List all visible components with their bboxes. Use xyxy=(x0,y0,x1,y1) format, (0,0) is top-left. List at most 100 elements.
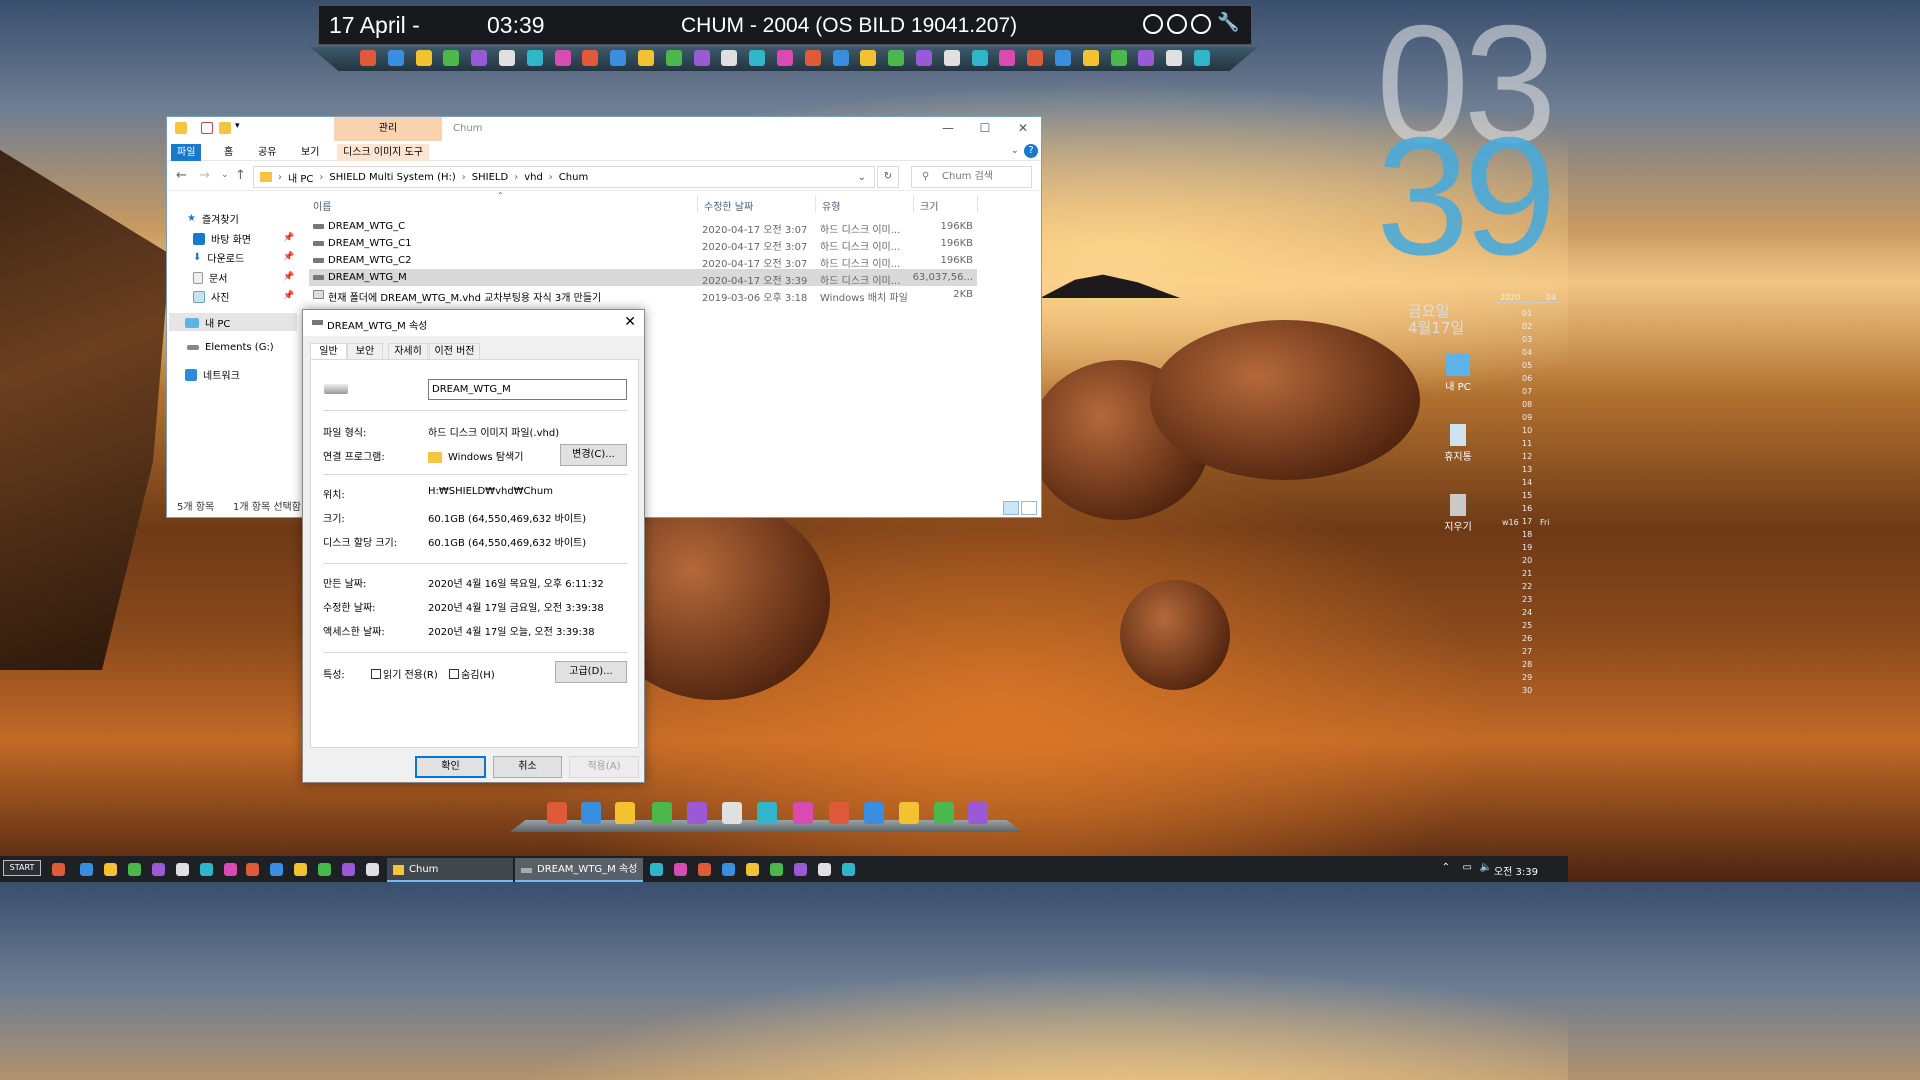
ok-button[interactable]: 확인 xyxy=(415,756,486,778)
file-row[interactable]: DREAM_WTG_C2 2020-04-17 오전 3:07 하드 디스크 이미.… xyxy=(309,252,977,270)
large-icons-view-button[interactable] xyxy=(1021,501,1037,515)
column-divider[interactable] xyxy=(913,195,914,213)
recent-dropdown-icon[interactable]: ⌄ xyxy=(221,170,229,180)
dock-app-icon[interactable] xyxy=(581,802,601,824)
taskbar-app-icon[interactable] xyxy=(270,863,283,876)
quick-launch-app-icon[interactable] xyxy=(999,50,1015,66)
close-button[interactable]: ✕ xyxy=(1016,121,1030,135)
nav-quick-access[interactable]: ★ 즐겨찾기 xyxy=(187,211,239,226)
desktop-icon-this-pc[interactable]: 내 PC xyxy=(1433,354,1483,393)
tab-home[interactable]: 홈 xyxy=(218,144,239,161)
advanced-button[interactable]: 고급(D)... xyxy=(555,661,627,683)
breadcrumb-vhd[interactable]: vhd xyxy=(524,172,543,183)
taskbar-app-icon[interactable] xyxy=(842,863,855,876)
readonly-checkbox[interactable]: 읽기 전용(R) xyxy=(371,666,438,681)
taskbar-app-icon[interactable] xyxy=(318,863,331,876)
quick-access-dropdown-icon[interactable]: ▾ xyxy=(235,121,240,131)
pin-icon[interactable]: 📌 xyxy=(283,272,294,282)
nav-this-pc[interactable]: 내 PC xyxy=(185,315,230,330)
quick-launch-app-icon[interactable] xyxy=(582,50,598,66)
quick-launch-app-icon[interactable] xyxy=(721,50,737,66)
taskbar-app-icon[interactable] xyxy=(246,863,259,876)
pin-icon[interactable]: 📌 xyxy=(283,233,294,243)
quick-launch-app-icon[interactable] xyxy=(638,50,654,66)
tab-previous-versions[interactable]: 이전 버전 xyxy=(429,343,480,360)
taskbar-app-icon[interactable] xyxy=(366,863,379,876)
new-folder-icon[interactable] xyxy=(219,122,231,134)
taskbar-app-icon[interactable] xyxy=(746,863,759,876)
restart-icon[interactable] xyxy=(1167,14,1187,34)
quick-launch-app-icon[interactable] xyxy=(443,50,459,66)
dock-app-icon[interactable] xyxy=(829,802,849,824)
nav-downloads[interactable]: ⬇ 다운로드 xyxy=(193,250,244,265)
taskbar-app-icon[interactable] xyxy=(176,863,189,876)
tab-disk-image-tools[interactable]: 디스크 이미지 도구 xyxy=(337,144,429,161)
address-dropdown-icon[interactable]: ⌄ xyxy=(858,172,866,183)
nav-elements-drive[interactable]: Elements (G:) xyxy=(187,342,274,353)
details-view-button[interactable] xyxy=(1003,501,1019,515)
info-icon[interactable] xyxy=(1143,14,1163,34)
taskbar-app-icon[interactable] xyxy=(722,863,735,876)
pin-icon[interactable]: 📌 xyxy=(283,252,294,262)
quick-launch-app-icon[interactable] xyxy=(777,50,793,66)
dock-app-icon[interactable] xyxy=(899,802,919,824)
file-row[interactable]: 현재 폴더에 DREAM_WTG_M.vhd 교차부팅용 자식 3개 만들기 20… xyxy=(309,286,977,304)
quick-launch-app-icon[interactable] xyxy=(1138,50,1154,66)
tray-expand-icon[interactable]: ⌃ xyxy=(1442,862,1450,873)
tools-icon[interactable]: 🔧 xyxy=(1217,12,1239,33)
dock-app-icon[interactable] xyxy=(793,802,813,824)
taskbar-app-icon[interactable] xyxy=(342,863,355,876)
search-input[interactable]: ⚲ Chum 검색 xyxy=(911,166,1032,188)
address-bar[interactable]: › 내 PC › SHIELD Multi System (H:) › SHIE… xyxy=(253,166,875,188)
context-tab-manage[interactable]: 관리 xyxy=(334,117,442,141)
breadcrumb-chum[interactable]: Chum xyxy=(559,172,588,183)
column-divider[interactable] xyxy=(815,195,816,213)
taskbar-task-explorer[interactable]: Chum xyxy=(387,858,513,882)
desktop-icon-recycle-bin[interactable]: 휴지통 xyxy=(1433,424,1483,463)
nav-documents[interactable]: 문서 xyxy=(193,270,227,285)
taskbar-clock[interactable]: 오전 3:39 xyxy=(1494,863,1538,878)
taskbar-app-icon[interactable] xyxy=(52,863,65,876)
column-size[interactable]: 크기 xyxy=(920,198,938,213)
tab-details[interactable]: 자세히 xyxy=(388,343,428,360)
taskbar-app-icon[interactable] xyxy=(80,863,93,876)
dock-app-icon[interactable] xyxy=(864,802,884,824)
taskbar-task-properties[interactable]: DREAM_WTG_M 속성 xyxy=(515,858,643,882)
dock-app-icon[interactable] xyxy=(615,802,635,824)
column-date[interactable]: 수정한 날짜 xyxy=(704,198,753,213)
file-row[interactable]: DREAM_WTG_C1 2020-04-17 오전 3:07 하드 디스크 이미.… xyxy=(309,235,977,253)
desktop-icon-cleaner[interactable]: 지우기 xyxy=(1433,494,1483,533)
file-row[interactable]: DREAM_WTG_M 2020-04-17 오전 3:39 하드 디스크 이미..… xyxy=(309,269,977,287)
quick-launch-app-icon[interactable] xyxy=(388,50,404,66)
file-row[interactable]: DREAM_WTG_C 2020-04-17 오전 3:07 하드 디스크 이미..… xyxy=(309,218,977,236)
quick-launch-app-icon[interactable] xyxy=(694,50,710,66)
maximize-button[interactable]: ☐ xyxy=(978,121,992,135)
quick-launch-app-icon[interactable] xyxy=(555,50,571,66)
properties-icon[interactable] xyxy=(201,122,213,134)
quick-launch-app-icon[interactable] xyxy=(833,50,849,66)
apply-button[interactable]: 적용(A) xyxy=(569,756,639,778)
tab-security[interactable]: 보안 xyxy=(347,343,383,360)
taskbar-app-icon[interactable] xyxy=(650,863,663,876)
breadcrumb-shield[interactable]: SHIELD xyxy=(472,172,508,183)
quick-launch-app-icon[interactable] xyxy=(416,50,432,66)
quick-launch-app-icon[interactable] xyxy=(860,50,876,66)
quick-launch-app-icon[interactable] xyxy=(1111,50,1127,66)
cancel-button[interactable]: 취소 xyxy=(493,756,562,778)
quick-launch-app-icon[interactable] xyxy=(666,50,682,66)
help-icon[interactable]: ? xyxy=(1024,144,1038,158)
quick-launch-app-icon[interactable] xyxy=(1055,50,1071,66)
quick-launch-app-icon[interactable] xyxy=(916,50,932,66)
column-divider[interactable] xyxy=(977,195,978,213)
tab-file[interactable]: 파일 xyxy=(171,144,202,161)
column-divider[interactable] xyxy=(697,195,698,213)
dock-app-icon[interactable] xyxy=(652,802,672,824)
nav-desktop[interactable]: 바탕 화면 xyxy=(193,231,251,246)
dock-app-icon[interactable] xyxy=(934,802,954,824)
taskbar-app-icon[interactable] xyxy=(770,863,783,876)
dock-app-icon[interactable] xyxy=(757,802,777,824)
quick-launch-app-icon[interactable] xyxy=(749,50,765,66)
forward-icon[interactable]: → xyxy=(199,168,210,183)
quick-launch-app-icon[interactable] xyxy=(805,50,821,66)
file-name-field[interactable] xyxy=(428,379,627,400)
